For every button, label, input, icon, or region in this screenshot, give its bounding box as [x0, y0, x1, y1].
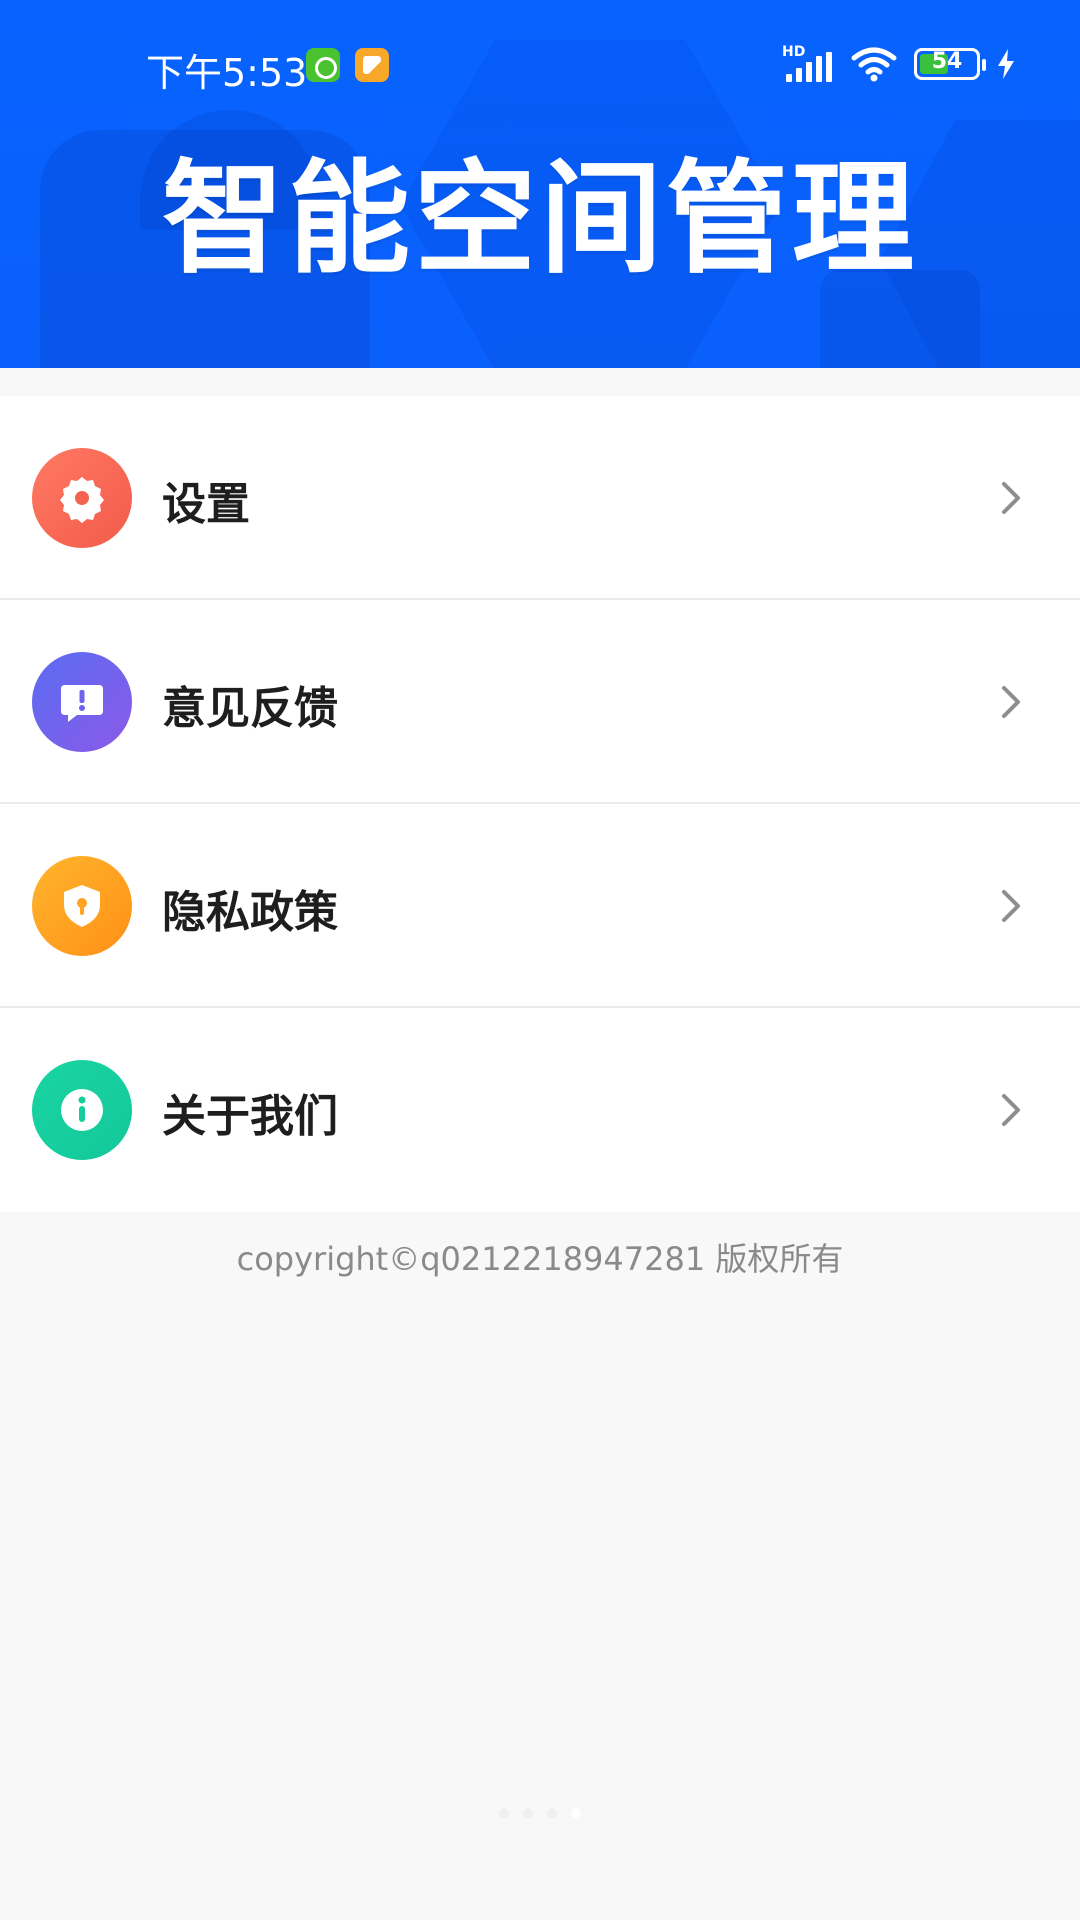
wifi-icon [851, 47, 897, 82]
menu-item-label: 隐私政策 [162, 887, 338, 938]
header-banner: 下午5:53 HD 54 智能空间管理 [0, 0, 1080, 368]
feedback-icon [32, 652, 132, 752]
chevron-right-icon [1002, 686, 1020, 718]
page-title: 智能空间管理 [162, 148, 918, 290]
menu-item-label: 关于我们 [162, 1091, 338, 1142]
page-dot [547, 1808, 557, 1818]
battery-level: 54 [931, 49, 963, 74]
menu-item-label: 设置 [162, 479, 250, 530]
menu-item-label: 意见反馈 [162, 683, 338, 734]
page-dot [499, 1808, 509, 1818]
info-icon [32, 1060, 132, 1160]
cell-signal-icon: HD [782, 44, 834, 84]
status-time: 下午5:53 [146, 51, 308, 95]
gallery-notification-icon [355, 48, 389, 82]
menu-item-privacy-policy[interactable]: 隐私政策 [0, 804, 1080, 1008]
page-indicator [0, 1808, 1080, 1818]
charging-icon [998, 49, 1014, 79]
gear-icon [32, 448, 132, 548]
copyright-text: copyright©q0212218947281 版权所有 [236, 1240, 844, 1278]
menu-item-feedback[interactable]: 意见反馈 [0, 600, 1080, 804]
app-notification-icon [306, 48, 340, 82]
chevron-right-icon [1002, 890, 1020, 922]
screen: 下午5:53 HD 54 智能空间管理 设置 意见反馈 隐私政策 关于我们 co… [0, 0, 1080, 1920]
menu-item-settings[interactable]: 设置 [0, 396, 1080, 600]
chevron-right-icon [1002, 482, 1020, 514]
battery-icon: 54 [914, 48, 986, 80]
menu-list: 设置 意见反馈 隐私政策 关于我们 [0, 396, 1080, 1212]
page-dot-active [571, 1808, 581, 1818]
menu-item-about-us[interactable]: 关于我们 [0, 1008, 1080, 1212]
chevron-right-icon [1002, 1094, 1020, 1126]
status-bar: 下午5:53 HD 54 [0, 36, 1080, 95]
page-dot [523, 1808, 533, 1818]
system-indicators: HD 54 [782, 42, 1016, 86]
shield-lock-icon [32, 856, 132, 956]
